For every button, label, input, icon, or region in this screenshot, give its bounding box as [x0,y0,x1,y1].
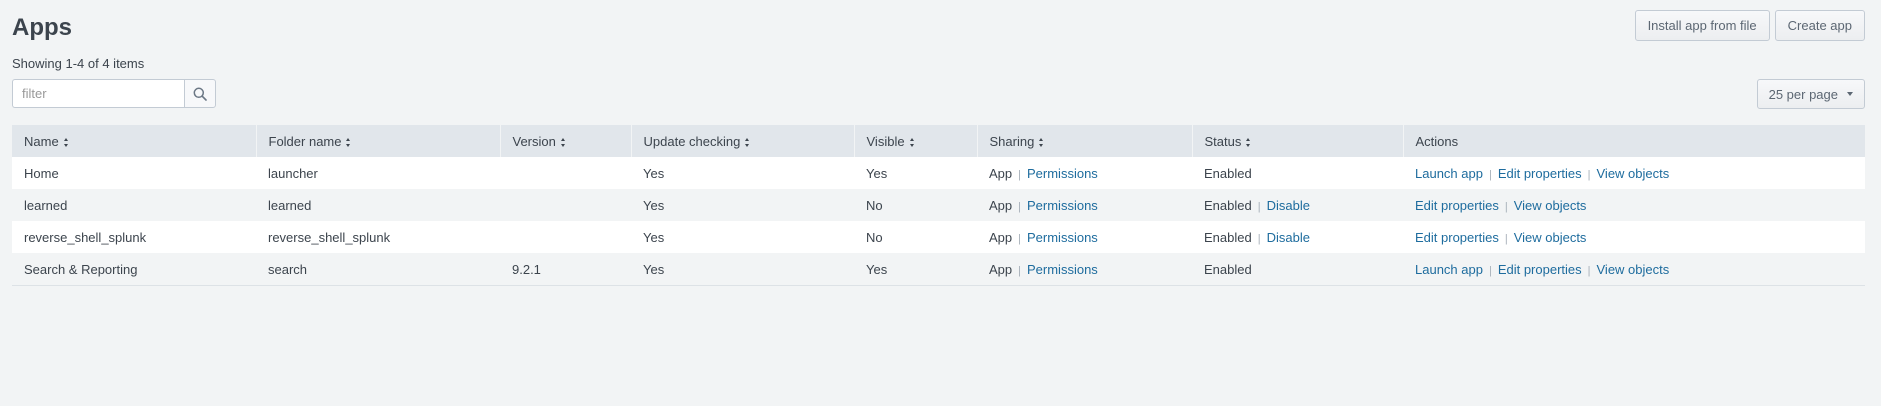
sharing-value: App [989,229,1013,245]
cell-version [500,221,631,253]
sort-icon [1246,137,1251,147]
caret-down-icon [1847,92,1853,96]
top-buttons: Install app from file Create app [1634,10,1865,41]
search-button[interactable] [184,79,216,108]
cell-name: reverse_shell_splunk [12,221,256,253]
cell-sharing: App | Permissions [977,221,1192,253]
status-value: Enabled [1204,261,1252,277]
page-title: Apps [12,14,72,41]
cell-folder: reverse_shell_splunk [256,221,500,253]
cell-actions: Launch app | Edit properties | View objects [1403,157,1865,189]
cell-visible: No [854,221,977,253]
cell-sharing: App | Permissions [977,253,1192,286]
permissions-link[interactable]: Permissions [1027,198,1098,213]
cell-sharing: App | Permissions [977,189,1192,221]
column-label: Folder name [268,133,342,149]
column-header-version[interactable]: Version [500,125,632,157]
sort-icon [63,137,69,147]
cell-update: Yes [631,253,854,286]
cell-actions: Edit properties | View objects [1403,221,1865,253]
filter-input[interactable] [12,79,184,108]
column-label: Actions [1415,133,1459,149]
cell-version: 9.2.1 [500,253,631,286]
permissions-link[interactable]: Permissions [1027,230,1098,245]
sharing-value: App [989,261,1013,277]
column-header-sharing[interactable]: Sharing [977,125,1193,157]
cell-name: learned [12,189,256,221]
cell-update: Yes [631,221,854,253]
column-label: Update checking [643,133,741,149]
status-value: Enabled [1204,229,1252,245]
view-objects-link[interactable]: View objects [1514,230,1587,245]
cell-actions: Launch app | Edit properties | View objects [1403,253,1865,286]
view-objects-link[interactable]: View objects [1597,262,1670,277]
cell-status: Enabled | Disable [1192,189,1403,221]
column-header-folder[interactable]: Folder name [256,125,501,157]
cell-status: Enabled | Disable [1192,221,1403,253]
column-header-visible[interactable]: Visible [854,125,978,157]
table-row: reverse_shell_splunk reverse_shell_splun… [12,221,1865,253]
edit-properties-link[interactable]: Edit properties [1415,198,1499,213]
install-app-button[interactable]: Install app from file [1634,10,1770,41]
cell-actions: Edit properties | View objects [1403,189,1865,221]
column-header-name[interactable]: Name [12,125,257,157]
sort-icon [560,137,566,147]
launch-app-link[interactable]: Launch app [1415,166,1483,181]
cell-update: Yes [631,189,854,221]
launch-app-link[interactable]: Launch app [1415,262,1483,277]
search-icon [193,87,207,101]
cell-visible: No [854,189,977,221]
apps-table: Name Folder name Version Update checking… [12,125,1865,286]
cell-visible: Yes [854,157,977,189]
permissions-link[interactable]: Permissions [1027,262,1098,277]
status-value: Enabled [1204,197,1252,213]
cell-folder: launcher [256,157,500,189]
per-page-label: 25 per page [1768,86,1838,102]
sort-icon [745,137,750,147]
column-header-actions: Actions [1403,125,1865,157]
cell-version [500,189,631,221]
column-label: Version [512,133,556,149]
cell-status: Enabled [1192,157,1403,189]
permissions-link[interactable]: Permissions [1027,166,1098,181]
cell-name: Search & Reporting [12,253,256,286]
column-header-status[interactable]: Status [1192,125,1404,157]
column-header-update[interactable]: Update checking [631,125,855,157]
disable-link[interactable]: Disable [1267,198,1310,213]
cell-visible: Yes [854,253,977,286]
cell-update: Yes [631,157,854,189]
cell-folder: search [256,253,500,286]
sharing-value: App [989,165,1013,181]
edit-properties-link[interactable]: Edit properties [1498,166,1582,181]
column-label: Visible [866,133,905,149]
create-app-button[interactable]: Create app [1774,10,1865,41]
cell-name: Home [12,157,256,189]
table-header-row: Name Folder name Version Update checking… [12,125,1865,157]
column-label: Sharing [989,133,1035,149]
edit-properties-link[interactable]: Edit properties [1498,262,1582,277]
filter-group [12,79,216,108]
sort-icon [909,137,915,147]
status-value: Enabled [1204,165,1252,181]
cell-sharing: App | Permissions [977,157,1192,189]
column-label: Name [24,133,59,149]
sort-icon [346,137,351,147]
cell-version [500,157,631,189]
item-count: Showing 1-4 of 4 items [12,56,145,71]
table-row: Search & Reporting search 9.2.1 Yes Yes … [12,253,1865,286]
cell-folder: learned [256,189,500,221]
view-objects-link[interactable]: View objects [1514,198,1587,213]
table-row: Home launcher Yes Yes App | Permissions En… [12,157,1865,189]
view-objects-link[interactable]: View objects [1597,166,1670,181]
column-label: Status [1204,133,1242,149]
table-row: learned learned Yes No App | Permissions E… [12,189,1865,221]
per-page-dropdown[interactable]: 25 per page [1756,79,1865,109]
edit-properties-link[interactable]: Edit properties [1415,230,1499,245]
sharing-value: App [989,197,1013,213]
disable-link[interactable]: Disable [1267,230,1310,245]
cell-status: Enabled [1192,253,1403,286]
sort-icon [1039,137,1044,147]
